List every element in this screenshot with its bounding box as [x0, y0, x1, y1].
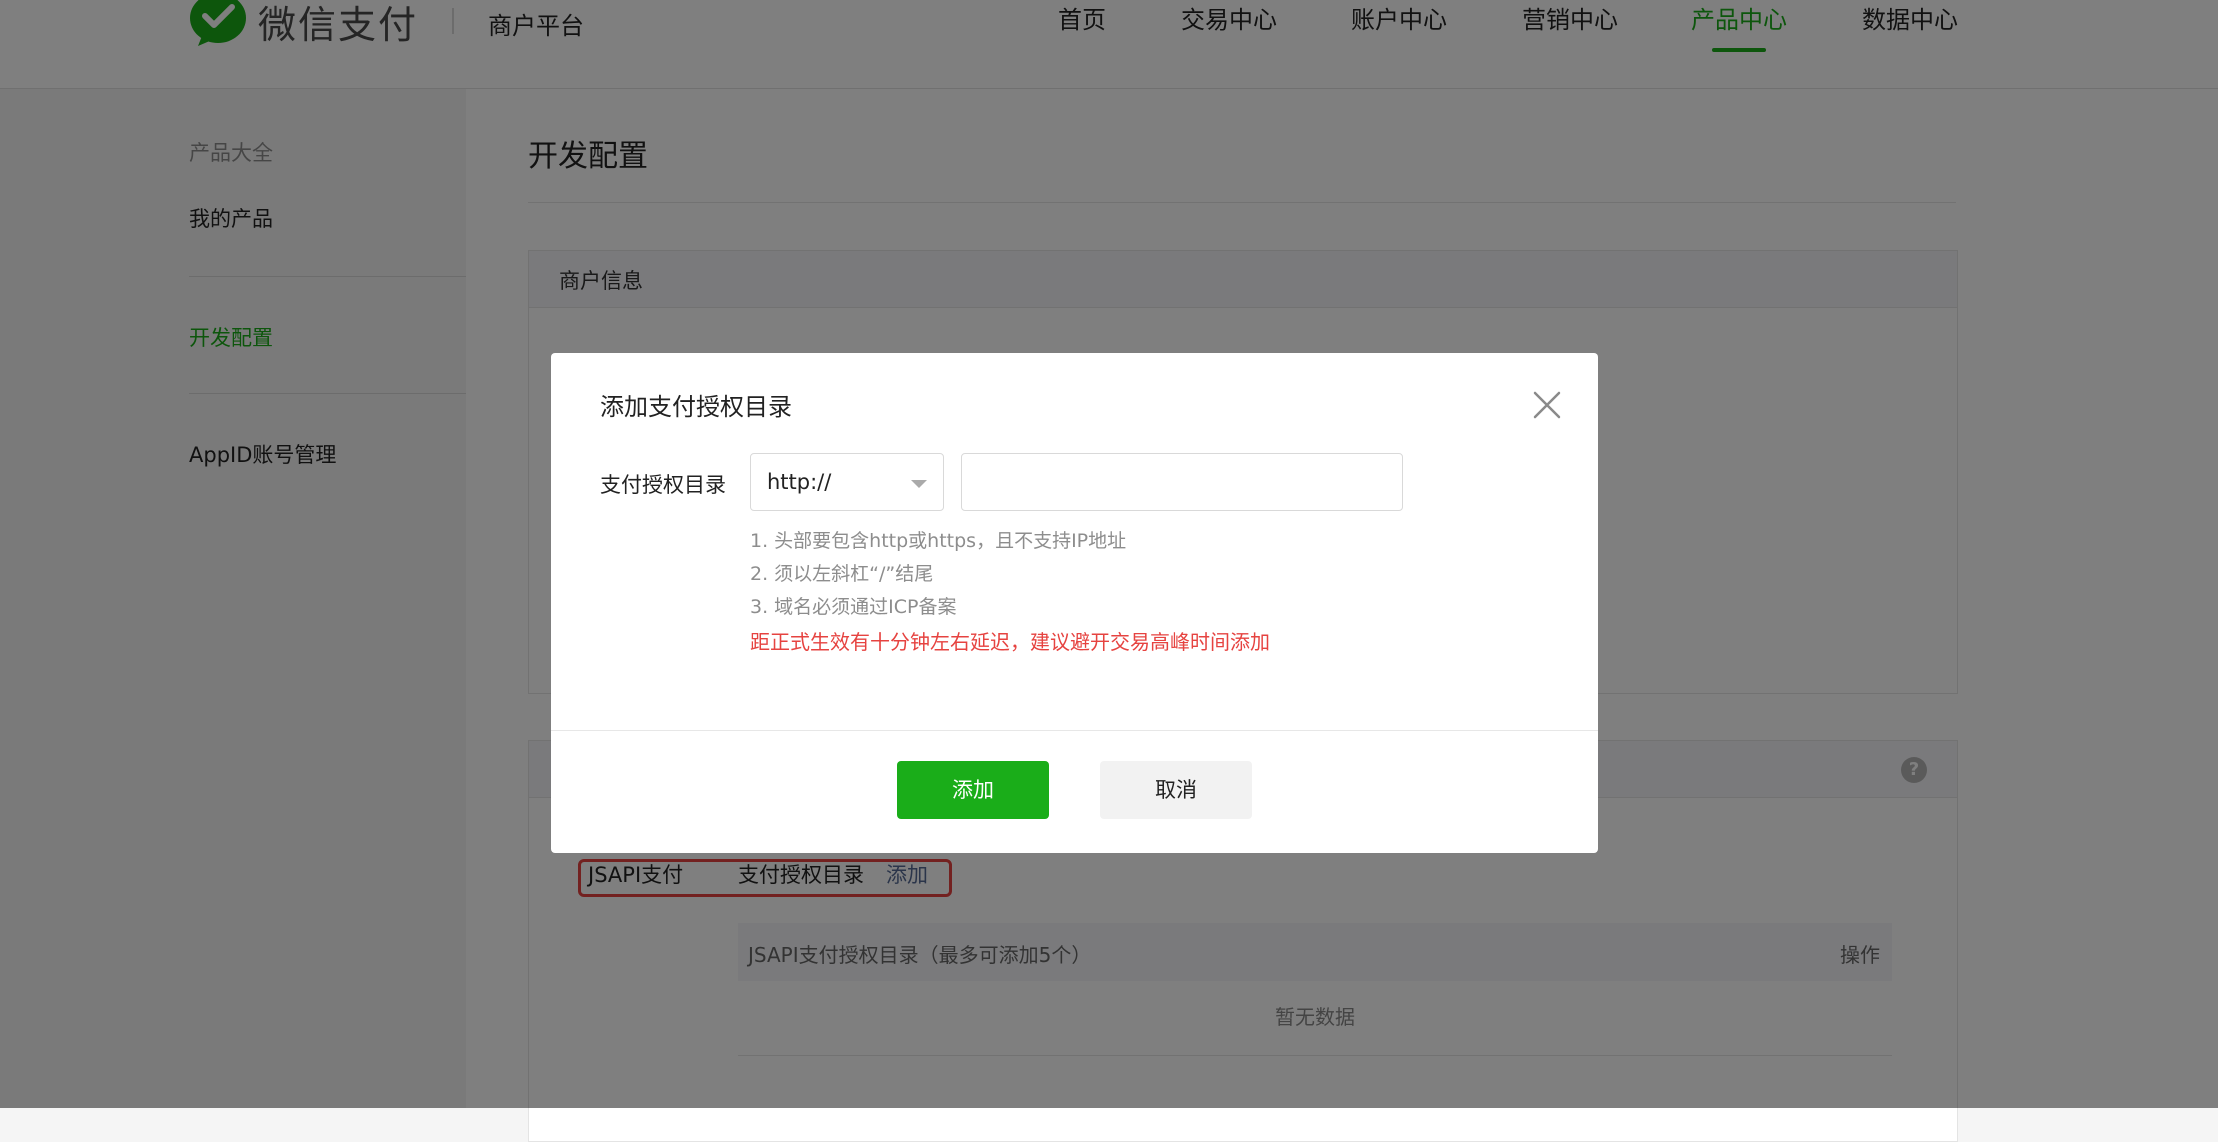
auth-dir-label: 支付授权目录: [600, 473, 726, 497]
tip-item: 1. 头部要包含http或https，且不支持IP地址: [750, 530, 1127, 552]
warning-text: 距正式生效有十分钟左右延迟，建议避开交易高峰时间添加: [750, 630, 1270, 654]
tips-list: 1. 头部要包含http或https，且不支持IP地址 2. 须以左斜杠“/”结…: [750, 525, 1270, 659]
auth-dir-input[interactable]: [961, 453, 1403, 511]
close-icon[interactable]: [1531, 389, 1563, 421]
tip-item: 2. 须以左斜杠“/”结尾: [750, 563, 934, 585]
modal-title: 添加支付授权目录: [600, 393, 792, 421]
scheme-select[interactable]: http://: [750, 453, 944, 511]
tip-item: 3. 域名必须通过ICP备案: [750, 596, 957, 618]
modal-footer-divider: [551, 730, 1598, 731]
cancel-button[interactable]: 取消: [1100, 761, 1252, 819]
add-auth-dir-modal: 添加支付授权目录 支付授权目录 http:// 1. 头部要包含http或htt…: [551, 353, 1598, 853]
scheme-select-value: http://: [767, 470, 832, 494]
chevron-down-icon: [911, 480, 927, 488]
confirm-add-button[interactable]: 添加: [897, 761, 1049, 819]
